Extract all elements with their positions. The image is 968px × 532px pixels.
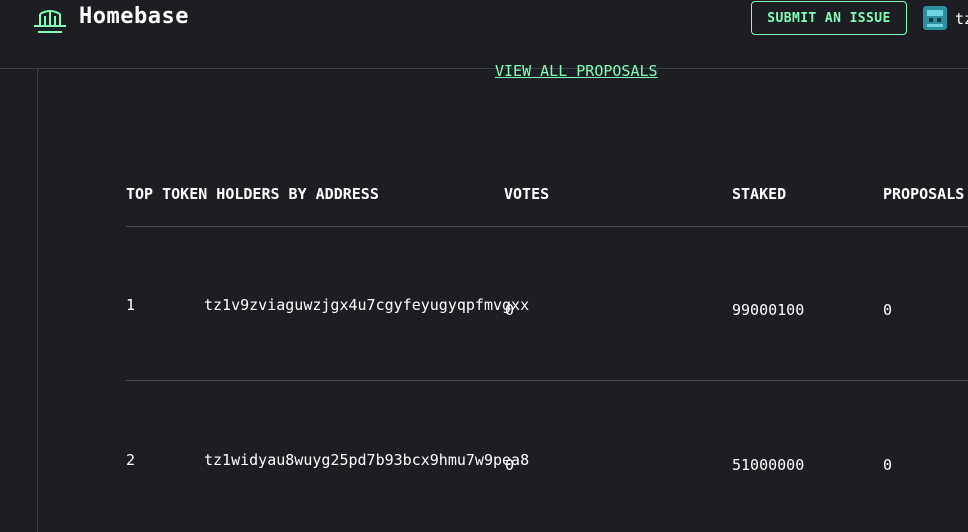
row-proposals: 0 xyxy=(883,456,893,474)
row-staked: 99000100 xyxy=(732,301,805,319)
account-avatar-icon[interactable] xyxy=(923,6,947,30)
row-rank: 2 xyxy=(126,451,136,469)
column-header-votes: VOTES xyxy=(504,185,550,203)
row-address: tz1widyau8wuyg25pd7b93bcx9hmu7w9pea8 xyxy=(204,451,530,469)
table-row-divider xyxy=(126,380,968,381)
table-header-divider xyxy=(126,226,968,227)
row-staked: 51000000 xyxy=(732,456,805,474)
account-address-text[interactable]: tz xyxy=(955,10,968,28)
homebase-logo-icon[interactable] xyxy=(32,6,68,34)
column-header-proposals: PROPOSALS xyxy=(883,185,965,203)
sidebar-divider xyxy=(37,69,38,532)
row-votes: 0 xyxy=(505,456,515,474)
view-all-proposals-link[interactable]: VIEW ALL PROPOSALS xyxy=(495,62,658,80)
submit-issue-button[interactable]: SUBMIT AN ISSUE xyxy=(751,1,907,35)
column-header-address: TOP TOKEN HOLDERS BY ADDRESS xyxy=(126,185,379,203)
row-rank: 1 xyxy=(126,296,136,314)
row-votes: 0 xyxy=(505,301,515,319)
column-header-staked: STAKED xyxy=(732,185,787,203)
page: Homebase SUBMIT AN ISSUE tz VIEW ALL PRO… xyxy=(0,0,968,532)
app-header: Homebase SUBMIT AN ISSUE tz xyxy=(0,0,968,69)
brand-title[interactable]: Homebase xyxy=(79,4,189,29)
row-proposals: 0 xyxy=(883,301,893,319)
row-address: tz1v9zviaguwzjgx4u7cgyfeyugyqpfmvgxx xyxy=(204,296,530,314)
